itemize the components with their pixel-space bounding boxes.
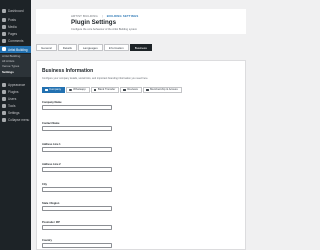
address-line-2-input[interactable] bbox=[42, 167, 112, 172]
sidebar-item-label: Settings bbox=[8, 111, 20, 115]
sidebar-item-label: Comments bbox=[8, 39, 24, 43]
sidebar-item-label: Dashboard bbox=[8, 9, 24, 13]
sidebar-item-label: Collapse menu bbox=[8, 118, 30, 122]
sidebar-item-users[interactable]: Users bbox=[0, 96, 31, 102]
breadcrumb: ARTIST BUILDING | BUILDING SETTINGS bbox=[71, 14, 138, 18]
state-region-input[interactable] bbox=[42, 206, 112, 211]
sidebar-item-label: Plugins bbox=[8, 90, 19, 94]
sidebar-item-settings[interactable]: Settings bbox=[0, 110, 31, 116]
city-input[interactable] bbox=[42, 187, 112, 192]
subtab-label: Membership & Access bbox=[150, 87, 178, 92]
building-icon bbox=[45, 88, 48, 92]
business-information-card: Business Information Configure your comp… bbox=[36, 60, 246, 250]
sidebar-item-label: Users bbox=[8, 97, 17, 101]
page-subtitle: Configure the core behaviour of the Arti… bbox=[71, 28, 138, 31]
subtab-label: Whatsapp bbox=[73, 87, 86, 92]
tab-business[interactable]: Business bbox=[129, 44, 152, 51]
admin-sidebar: Dashboard Posts Media Pages Comments Art… bbox=[0, 0, 31, 250]
address-line-1-field: Address Line 1 bbox=[42, 143, 112, 152]
settings-tabs: General Details Languages Information Bu… bbox=[36, 44, 153, 51]
building-icon bbox=[2, 47, 6, 51]
settings-icon bbox=[2, 111, 6, 115]
tab-general[interactable]: General bbox=[36, 44, 57, 51]
media-icon bbox=[2, 25, 6, 29]
sidebar-item-dashboard[interactable]: Dashboard bbox=[0, 8, 31, 14]
whatsapp-icon bbox=[69, 88, 72, 92]
sidebar-item-label: Tools bbox=[8, 104, 16, 108]
breadcrumb-item[interactable]: ARTIST BUILDING bbox=[71, 14, 98, 18]
sidebar-item-label: Artist Building bbox=[8, 47, 28, 52]
comment-icon bbox=[2, 39, 6, 43]
business-subtabs: Company Whatsapp Bank Transfer Reviews M… bbox=[42, 87, 183, 93]
tab-languages[interactable]: Languages bbox=[77, 44, 103, 51]
users-icon bbox=[2, 97, 6, 101]
brush-icon bbox=[2, 83, 6, 87]
page-title: Plugin Settings bbox=[71, 19, 117, 26]
contact-name-input[interactable] bbox=[42, 126, 112, 131]
tab-details[interactable]: Details bbox=[57, 44, 77, 51]
tab-information[interactable]: Information bbox=[103, 44, 129, 51]
sidebar-item-collapse-menu[interactable]: Collapse menu bbox=[0, 117, 31, 123]
address-line-2-field: Address Line 2 bbox=[42, 163, 112, 172]
sidebar-item-label: Pages bbox=[8, 32, 18, 36]
pin-icon bbox=[2, 18, 6, 22]
subtab-bank-transfer[interactable]: Bank Transfer bbox=[90, 87, 120, 93]
collapse-icon bbox=[2, 118, 6, 122]
subtab-label: Bank Transfer bbox=[97, 87, 116, 92]
sidebar-item-artist-building[interactable]: Artist Building bbox=[0, 46, 31, 53]
city-field: City bbox=[42, 183, 112, 192]
page-icon bbox=[2, 32, 6, 36]
star-icon bbox=[123, 88, 126, 92]
submenu-item-settings[interactable]: Settings bbox=[2, 70, 14, 75]
subtab-membership-access[interactable]: Membership & Access bbox=[142, 87, 182, 93]
company-name-input[interactable] bbox=[42, 105, 112, 110]
card-description: Configure your company details, social l… bbox=[42, 77, 149, 80]
country-field: Country bbox=[42, 239, 112, 248]
state-region-field: State / Region bbox=[42, 202, 112, 211]
sidebar-item-comments[interactable]: Comments bbox=[0, 38, 31, 44]
subtab-reviews[interactable]: Reviews bbox=[120, 87, 142, 93]
settings-header: ARTIST BUILDING | BUILDING SETTINGS Plug… bbox=[36, 9, 246, 34]
company-name-field: Company Name bbox=[42, 101, 112, 110]
contact-name-field: Contact Name bbox=[42, 122, 112, 131]
sidebar-item-posts[interactable]: Posts bbox=[0, 17, 31, 23]
sidebar-item-label: Media bbox=[8, 25, 17, 29]
breadcrumb-separator: | bbox=[101, 14, 103, 18]
dashboard-icon bbox=[2, 9, 6, 13]
plugin-icon bbox=[2, 90, 6, 94]
address-line-1-input[interactable] bbox=[42, 147, 112, 152]
subtab-label: Reviews bbox=[127, 87, 138, 92]
breadcrumb-current: BUILDING SETTINGS bbox=[106, 14, 139, 18]
postcode-zip-field: Postcode / ZIP bbox=[42, 221, 112, 230]
country-input[interactable] bbox=[42, 243, 112, 248]
subtab-whatsapp[interactable]: Whatsapp bbox=[66, 87, 90, 93]
subtab-company[interactable]: Company bbox=[42, 87, 66, 93]
sidebar-item-pages[interactable]: Pages bbox=[0, 31, 31, 37]
sidebar-item-media[interactable]: Media bbox=[0, 24, 31, 30]
id-card-icon bbox=[145, 88, 149, 92]
sidebar-item-label: Posts bbox=[8, 18, 16, 22]
card-title: Business Information bbox=[42, 68, 94, 74]
wrench-icon bbox=[2, 104, 6, 108]
sidebar-item-appearance[interactable]: Appearance bbox=[0, 82, 31, 88]
sidebar-item-plugins[interactable]: Plugins bbox=[0, 89, 31, 95]
subtab-label: Company bbox=[49, 87, 62, 92]
sidebar-item-tools[interactable]: Tools bbox=[0, 103, 31, 109]
sidebar-submenu: Artist Building All Artists Venue Types … bbox=[0, 54, 31, 77]
sidebar-item-label: Appearance bbox=[8, 83, 26, 87]
submenu-item-venue-types[interactable]: Venue Types bbox=[2, 64, 19, 69]
bank-icon bbox=[93, 88, 97, 92]
postcode-zip-input[interactable] bbox=[42, 225, 112, 230]
